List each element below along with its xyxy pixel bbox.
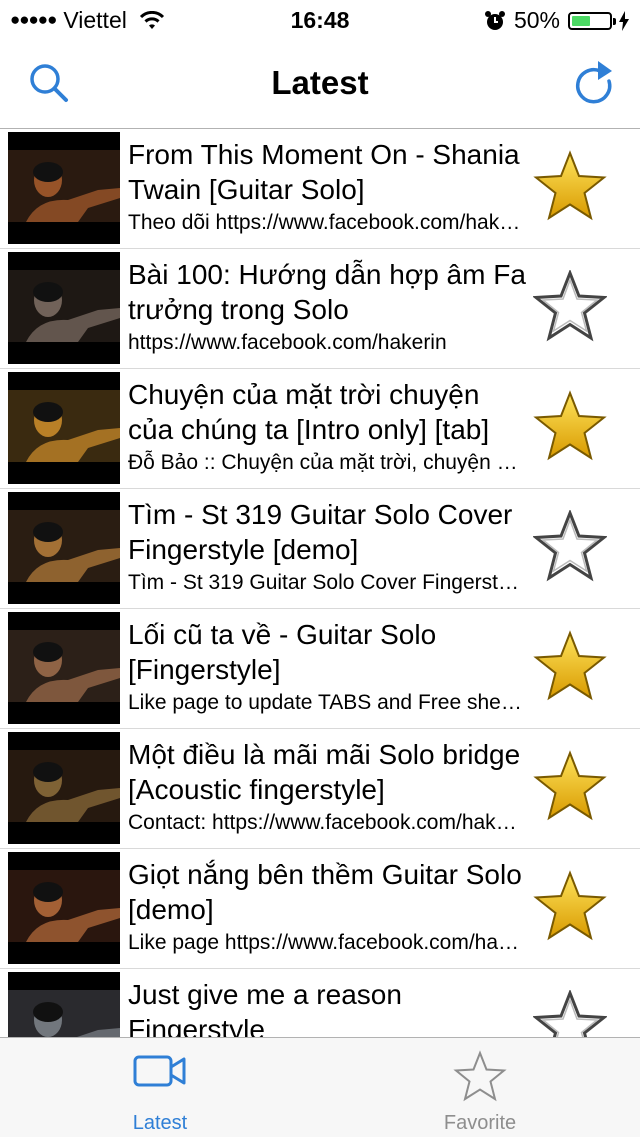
video-thumbnail [8,492,120,604]
list-item[interactable]: Just give me a reason Fingerstyle [0,969,640,1037]
status-bar: ●●●●● Viettel 16:48 50% [0,0,640,40]
battery-icon [568,11,616,30]
navigation-bar: Latest [0,40,640,129]
video-title: Bài 100: Hướng dẫn hợp âm Fa trưởng tron… [128,259,526,325]
favorite-button[interactable] [533,870,607,942]
star-filled-icon [533,870,607,946]
tab-bar: Latest Favorite [0,1037,640,1137]
star-filled-icon [533,630,607,706]
video-title: Just give me a reason Fingerstyle [128,979,402,1037]
video-thumbnail [8,852,120,964]
list-item[interactable]: Một điều là mãi mãi Solo bridge [Acousti… [0,729,640,849]
video-description: Theo dõi https://www.facebook.com/hakeri… [128,211,522,234]
video-thumbnail [8,732,120,844]
video-title: Chuyện của mặt trời chuyện của chúng ta … [128,379,490,445]
video-thumbnail [8,252,120,364]
video-description: https://www.facebook.com/hakerin [128,331,447,354]
refresh-icon [576,61,612,104]
video-title: Lối cũ ta về - Guitar Solo [Fingerstyle] [128,619,437,685]
favorite-button[interactable] [533,390,607,462]
favorite-button[interactable] [532,508,608,582]
star-outline-icon [532,508,608,586]
favorite-button[interactable] [533,630,607,702]
star-filled-icon [533,150,607,226]
video-description: Tìm - St 319 Guitar Solo Cover Fingersty… [128,571,522,594]
favorite-button[interactable] [532,268,608,342]
page-title: Latest [271,64,369,101]
list-item[interactable]: From This Moment On - Shania Twain [Guit… [0,129,640,249]
video-thumbnail [8,372,120,484]
video-description: Đỗ Bảo :: Chuyện của mặt trời, chuyện củ… [128,451,522,474]
tab-latest[interactable]: Latest [0,1038,320,1137]
video-title: Giọt nắng bên thềm Guitar Solo [demo] [128,859,522,925]
video-title: Một điều là mãi mãi Solo bridge [Acousti… [128,739,521,805]
video-camera-icon [133,1055,186,1087]
favorite-button[interactable] [533,150,607,222]
tab-favorite-label: Favorite [443,1112,517,1134]
video-thumbnail [8,612,120,724]
tab-latest-label: Latest [132,1112,188,1134]
tab-favorite[interactable]: Favorite [320,1038,640,1137]
list-item[interactable]: Bài 100: Hướng dẫn hợp âm Fa trưởng tron… [0,249,640,369]
list-item[interactable]: Chuyện của mặt trời chuyện của chúng ta … [0,369,640,489]
video-thumbnail [8,972,120,1037]
charging-bolt-icon [619,10,629,31]
star-outline-icon [453,1050,507,1102]
list-item[interactable]: Lối cũ ta về - Guitar Solo [Fingerstyle]… [0,609,640,729]
list-item[interactable]: Tìm - St 319 Guitar Solo Cover Fingersty… [0,489,640,609]
video-list[interactable]: From This Moment On - Shania Twain [Guit… [0,129,640,1037]
video-title: Tìm - St 319 Guitar Solo Cover Fingersty… [128,499,513,565]
star-filled-icon [533,750,607,826]
star-filled-icon [533,390,607,466]
battery-percentage: 50% [513,7,560,33]
video-description: Contact: https://www.facebook.com/hakeri… [128,811,522,834]
refresh-button[interactable] [570,58,618,110]
list-item[interactable]: Giọt nắng bên thềm Guitar Solo [demo] Lik… [0,849,640,969]
favorite-button[interactable] [533,750,607,822]
favorite-button[interactable] [532,988,608,1037]
video-title: From This Moment On - Shania Twain [Guit… [128,139,520,205]
star-outline-icon [532,268,608,346]
video-description: Like page https://www.facebook.com/haker… [128,931,522,954]
video-thumbnail [8,132,120,244]
video-description: Like page to update TABS and Free sheets [128,691,522,714]
alarm-clock-icon [484,10,505,30]
